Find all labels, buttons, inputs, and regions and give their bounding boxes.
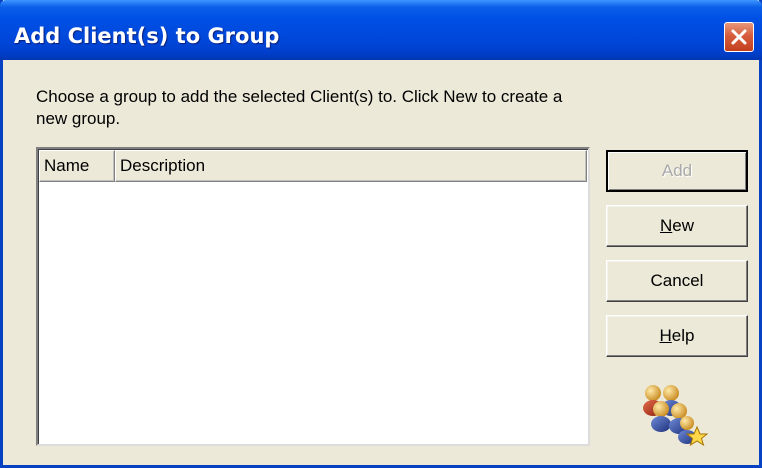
list-header: Name Description <box>39 150 587 182</box>
dialog-window: Add Client(s) to Group Choose a group to… <box>0 0 762 468</box>
instructions-text: Choose a group to add the selected Clien… <box>36 87 563 128</box>
add-button[interactable]: Add <box>606 150 748 192</box>
help-button-label-suffix: elp <box>671 326 695 345</box>
new-button-label-suffix: ew <box>672 216 694 235</box>
close-button[interactable] <box>724 22 754 52</box>
new-button-mnemonic: N <box>659 216 673 235</box>
help-button-mnemonic: H <box>659 326 672 345</box>
help-button[interactable]: Help <box>606 315 748 357</box>
column-header-description[interactable]: Description <box>115 150 587 182</box>
title-bar[interactable]: Add Client(s) to Group <box>0 0 762 60</box>
cancel-button[interactable]: Cancel <box>606 260 748 302</box>
column-header-name[interactable]: Name <box>39 150 115 182</box>
close-icon <box>731 29 747 45</box>
dialog-title: Add Client(s) to Group <box>14 24 280 48</box>
client-group-icon <box>643 385 709 447</box>
group-list[interactable]: Name Description <box>36 147 590 446</box>
new-button[interactable]: New <box>606 205 748 247</box>
